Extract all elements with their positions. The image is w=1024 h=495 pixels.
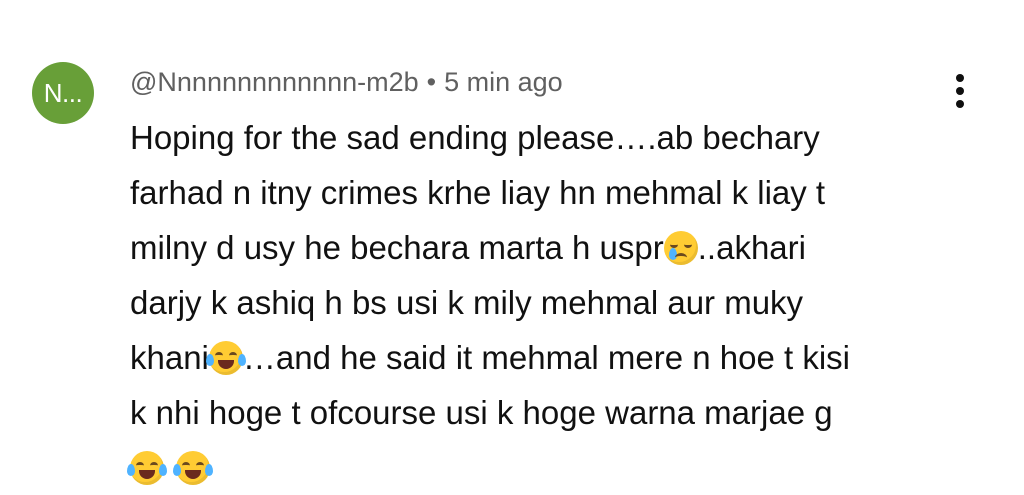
comment: N... @Nnnnnnnnnnnnn-m2b • 5 min ago Hopi… [0, 0, 1024, 494]
tears-of-joy-emoji-icon [205, 341, 246, 375]
comment-text: Hoping for the sad ending please….ab bec… [127, 110, 970, 495]
comment-line-text: khani [130, 339, 209, 376]
comment-line: khani …and he said it mehmal mere n hoe t… [130, 330, 970, 385]
header-separator: • [426, 66, 437, 97]
more-vert-icon[interactable] [944, 66, 976, 116]
comment-line-text: darjy k ashiq h bs usi k mily mehmal aur… [130, 284, 804, 321]
crying-face-emoji-icon [663, 231, 698, 265]
comment-line: Hoping for the sad ending please….ab bec… [130, 110, 970, 165]
comment-line-text: farhad n itny crimes krhe liay hn mehmal… [130, 174, 826, 211]
author-handle[interactable]: @Nnnnnnnnnnnnn-m2b [130, 67, 419, 98]
comment-line: milny d usy he bechara marta h uspr ..akh… [130, 220, 970, 275]
comment-line-text: milny d usy he bechara marta h uspr [130, 229, 664, 266]
menu-dot [956, 100, 964, 108]
comment-line: darjy k ashiq h bs usi k mily mehmal aur… [130, 275, 970, 330]
tears-of-joy-emoji-icon [173, 451, 213, 485]
comment-line: farhad n itny crimes krhe liay hn mehmal… [130, 165, 970, 220]
avatar-initial: N... [43, 77, 83, 108]
avatar[interactable]: N... [32, 62, 94, 124]
comment-line-text: ..akhari [697, 229, 806, 266]
comment-line [127, 440, 970, 495]
comment-line-text: k nhi hoge t ofcourse usi k hoge warna m… [130, 394, 833, 431]
menu-dot [956, 87, 964, 95]
menu-dot [956, 74, 964, 82]
tears-of-joy-emoji-icon [127, 451, 167, 485]
comment-line: k nhi hoge t ofcourse usi k hoge warna m… [130, 385, 970, 440]
comment-line-text: Hoping for the sad ending please….ab bec… [130, 119, 820, 156]
comment-timestamp: 5 min ago [444, 66, 563, 97]
comment-line-text: …and he said it mehmal mere n hoe t kisi [242, 339, 851, 376]
comment-header: @Nnnnnnnnnnnnn-m2b • 5 min ago [130, 62, 563, 102]
